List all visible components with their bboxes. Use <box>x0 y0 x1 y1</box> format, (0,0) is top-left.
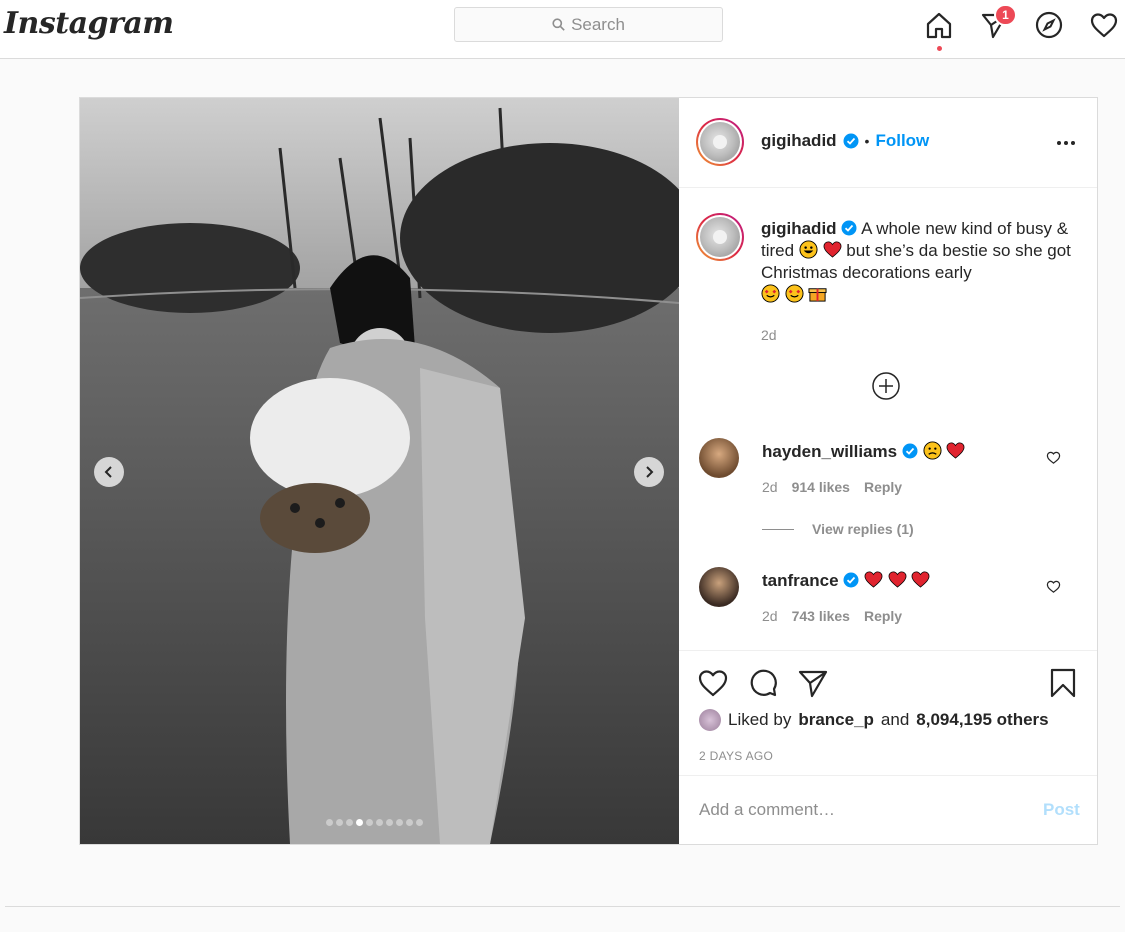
search-icon <box>552 18 565 31</box>
post-photo[interactable] <box>80 98 679 844</box>
share-send-icon[interactable] <box>797 667 829 699</box>
view-replies-divider <box>762 528 794 530</box>
caption-username[interactable]: gigihadid <box>761 219 837 238</box>
home-icon[interactable] <box>924 10 954 40</box>
carousel-previous-button[interactable] <box>94 457 124 487</box>
comment-likes[interactable]: 743 likes <box>792 608 850 624</box>
comment-likes[interactable]: 914 likes <box>792 479 850 495</box>
post-comment-button[interactable]: Post <box>1043 800 1080 820</box>
activity-heart-icon[interactable] <box>1089 10 1119 40</box>
add-comment-bar: Post <box>679 775 1097 844</box>
comment-meta: 2d 743 likes Reply <box>762 608 902 624</box>
carousel-indicator <box>326 819 423 826</box>
liked-by-prefix: Liked by <box>728 710 792 729</box>
comment-reply-button[interactable]: Reply <box>864 479 902 495</box>
liked-by-user[interactable]: brance_p <box>798 710 874 730</box>
liked-by-summary: Liked by brance_p and 8,094,195 others <box>699 709 1049 731</box>
red-heart-emoji-icon <box>864 571 883 588</box>
carousel-dot <box>396 819 403 826</box>
sad-face-emoji-icon <box>923 441 942 460</box>
author-avatar[interactable] <box>696 118 744 166</box>
liked-by-count[interactable]: 8,094,195 others <box>916 710 1048 730</box>
search-box[interactable]: Search <box>454 7 723 42</box>
carousel-dot <box>416 819 423 826</box>
liker-avatar[interactable] <box>699 709 721 731</box>
comment-bubble-icon[interactable] <box>747 667 779 699</box>
red-heart-emoji-icon <box>946 442 965 459</box>
author-username[interactable]: gigihadid <box>761 131 837 151</box>
carousel-next-button[interactable] <box>634 457 664 487</box>
red-heart-emoji-icon <box>823 241 841 258</box>
commenter-avatar[interactable] <box>699 567 739 607</box>
post-header: gigihadid • Follow <box>679 98 1097 188</box>
comment-reply-button[interactable]: Reply <box>864 608 902 624</box>
instagram-logo[interactable]: Instagram <box>4 6 174 41</box>
comment-age: 2d <box>762 479 778 495</box>
comment-body: tanfrance <box>762 570 930 591</box>
carousel-dot <box>376 819 383 826</box>
search-placeholder: Search <box>571 14 625 34</box>
load-more-comments-icon[interactable] <box>871 371 901 401</box>
photo-scene <box>80 98 679 844</box>
post-timestamp[interactable]: 2 DAYS AGO <box>699 749 773 763</box>
post-sidebar: gigihadid • Follow gigihadid A whole new… <box>679 98 1097 844</box>
carousel-dot <box>326 819 333 826</box>
carousel-dot <box>346 819 353 826</box>
chevron-left-icon <box>104 466 112 478</box>
home-active-indicator <box>937 46 942 51</box>
carousel-dot <box>386 819 393 826</box>
caption-age: 2d <box>761 327 777 343</box>
carousel-dot <box>406 819 413 826</box>
caption-author-avatar[interactable] <box>696 213 744 261</box>
comment-meta: 2d 914 likes Reply <box>762 479 902 495</box>
save-bookmark-icon[interactable] <box>1047 667 1079 699</box>
smiling-hearts-emoji-icon <box>785 284 804 303</box>
grinning-sweat-emoji-icon <box>799 240 818 259</box>
carousel-dot <box>366 819 373 826</box>
commenter-avatar[interactable] <box>699 438 739 478</box>
like-comment-heart-icon[interactable] <box>1046 450 1061 465</box>
add-comment-input[interactable] <box>699 796 999 824</box>
commenter-username[interactable]: hayden_williams <box>762 442 897 461</box>
explore-compass-icon[interactable] <box>1034 10 1064 40</box>
smiling-hearts-emoji-icon <box>761 284 780 303</box>
wrapped-gift-emoji-icon <box>808 288 827 302</box>
carousel-dot <box>336 819 343 826</box>
like-heart-icon[interactable] <box>697 667 729 699</box>
commenter-username[interactable]: tanfrance <box>762 571 839 590</box>
verified-badge-icon <box>843 133 859 149</box>
carousel-dot <box>356 819 363 826</box>
top-navigation-bar: Instagram Search 1 <box>0 0 1125 59</box>
red-heart-emoji-icon <box>888 571 907 588</box>
view-replies-button[interactable]: View replies (1) <box>762 521 914 537</box>
messages-badge: 1 <box>994 4 1017 26</box>
post-card: gigihadid • Follow gigihadid A whole new… <box>79 97 1098 845</box>
post-actions: Liked by brance_p and 8,094,195 others 2… <box>679 650 1097 774</box>
follow-button[interactable]: Follow <box>875 131 929 151</box>
author-line: gigihadid • Follow <box>761 131 929 151</box>
like-comment-heart-icon[interactable] <box>1046 579 1061 594</box>
verified-badge-icon <box>841 220 857 236</box>
comment-age: 2d <box>762 608 778 624</box>
red-heart-emoji-icon <box>912 571 930 588</box>
footer-divider <box>5 906 1120 907</box>
more-options-icon[interactable] <box>1057 141 1075 145</box>
verified-badge-icon <box>843 572 859 588</box>
liked-by-connector: and <box>880 710 910 729</box>
view-replies-label: View replies (1) <box>812 521 914 537</box>
chevron-right-icon <box>646 466 654 478</box>
verified-badge-icon <box>902 443 918 459</box>
header-separator: • <box>864 133 870 149</box>
post-caption: gigihadid A whole new kind of busy & tir… <box>761 218 1071 346</box>
comment-body: hayden_williams <box>762 441 965 462</box>
